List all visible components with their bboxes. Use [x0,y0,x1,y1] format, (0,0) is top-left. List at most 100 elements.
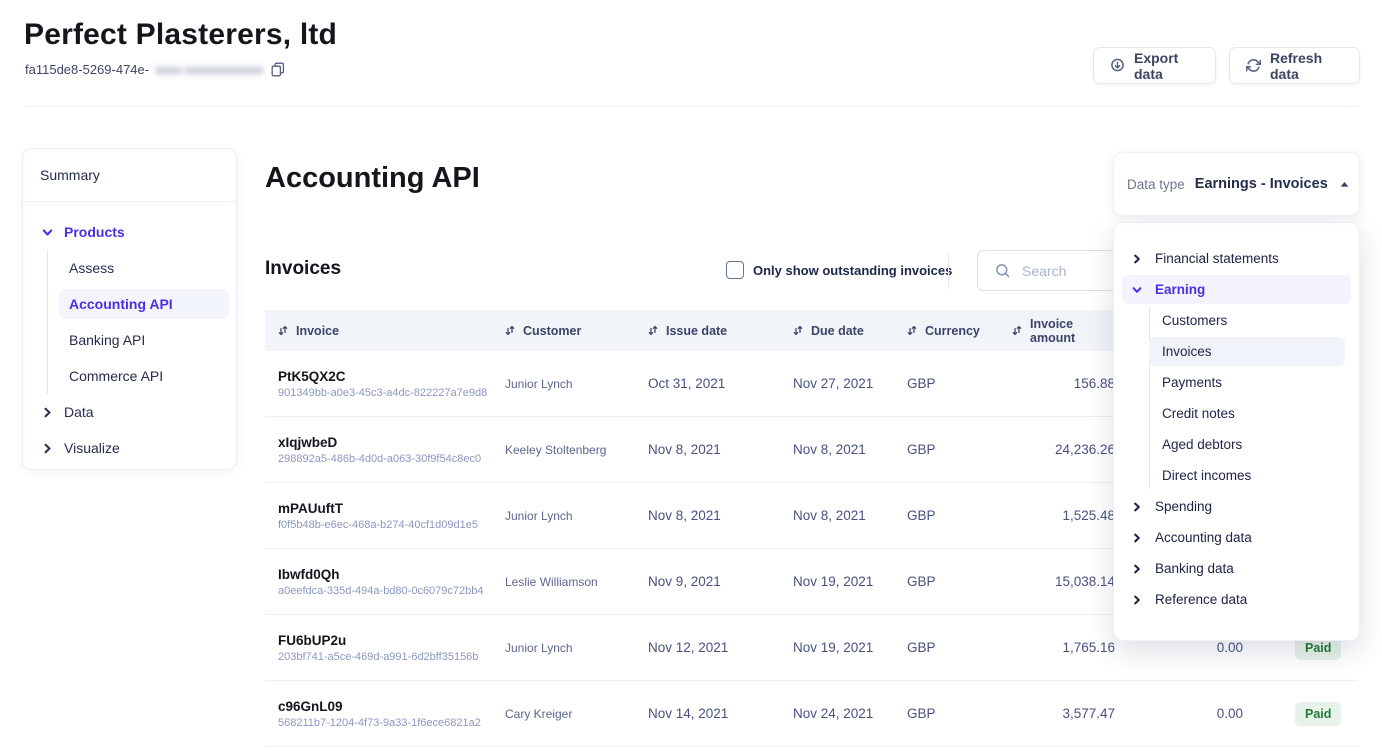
export-data-button[interactable]: Export data [1093,47,1216,84]
invoice-id: 203bf741-a5ce-469d-a991-6d2bff35156b [278,651,505,663]
invoice-code: FU6bUP2u [278,633,505,648]
invoice-code: c96GnL09 [278,699,505,714]
chevron-down-icon [1132,285,1142,295]
menu-item-label: Financial statements [1155,251,1279,266]
section-heading: Invoices [265,258,341,280]
refresh-button-label: Refresh data [1270,50,1343,82]
sidebar-item-accounting-api[interactable]: Accounting API [23,286,236,322]
menu-item-credit-notes[interactable]: Credit notes [1114,398,1359,429]
outstanding-invoices-checkbox[interactable] [726,261,744,279]
table-row[interactable]: c96GnL09 568211b7-1204-4f73-9a33-1f6ece6… [265,681,1358,747]
company-id-visible: fa115de8-5269-474e- [25,62,149,77]
column-header-customer[interactable]: Customer [505,324,648,338]
invoice-cell: mPAUuftT f0f5b48b-e6ec-468a-b274-40cf1d0… [278,501,505,531]
sort-icon [278,325,288,336]
due-date-cell: Nov 8, 2021 [793,442,907,457]
collapse-triangle-icon [1340,181,1349,188]
customer-cell: Junior Lynch [505,509,648,523]
currency-cell: GBP [907,640,1012,655]
sidebar-item-assess[interactable]: Assess [23,250,236,286]
menu-item-label: Reference data [1155,592,1247,607]
customer-cell: Junior Lynch [505,377,648,391]
data-type-menu: Financial statements Earning Customers I… [1113,222,1360,641]
menu-item-reference-data[interactable]: Reference data [1114,584,1359,615]
currency-cell: GBP [907,508,1012,523]
due-date-cell: Nov 19, 2021 [793,574,907,589]
data-type-value: Earnings - Invoices [1195,176,1328,192]
column-header-label: Customer [523,324,581,338]
sidebar: Summary Products Assess Accounting API B… [22,148,237,470]
invoice-code: xIqjwbeD [278,435,505,450]
amount-cell: 1,765.16 [1012,640,1115,655]
menu-item-customers[interactable]: Customers [1114,305,1359,336]
due-date-cell: Nov 24, 2021 [793,706,907,721]
invoice-code: mPAUuftT [278,501,505,516]
invoice-id: f0f5b48b-e6ec-468a-b274-40cf1d09d1e5 [278,519,505,531]
sidebar-item-commerce-api[interactable]: Commerce API [23,358,236,394]
refresh-icon [1246,58,1261,73]
menu-item-label: Earning [1155,282,1205,297]
menu-item-accounting-data[interactable]: Accounting data [1114,522,1359,553]
copy-icon[interactable] [271,62,285,77]
invoice-id: 298892a5-486b-4d0d-a063-30f9f54c8ec0 [278,453,505,465]
sort-icon [1012,325,1022,336]
sidebar-section-data[interactable]: Data [23,394,236,430]
menu-item-direct-incomes[interactable]: Direct incomes [1114,460,1359,491]
sidebar-section-label: Visualize [64,440,120,456]
invoice-cell: c96GnL09 568211b7-1204-4f73-9a33-1f6ece6… [278,699,505,729]
app-window: Perfect Plasterers, ltd fa115de8-5269-47… [0,0,1382,756]
page-heading: Accounting API [265,162,480,195]
page-title: Perfect Plasterers, ltd [24,18,337,52]
menu-item-spending[interactable]: Spending [1114,491,1359,522]
column-header-currency[interactable]: Currency [907,324,1012,338]
customer-cell: Leslie Williamson [505,575,648,589]
currency-cell: GBP [907,442,1012,457]
invoice-cell: Ibwfd0Qh a0eefdca-335d-494a-bd80-0c6079c… [278,567,505,597]
column-header-label: Invoice [296,324,339,338]
issue-date-cell: Nov 12, 2021 [648,640,793,655]
company-id-redacted: xxxx-xxxxxxxxxxxx [155,62,263,77]
menu-item-banking-data[interactable]: Banking data [1114,553,1359,584]
amount-cell: 3,577.47 [1012,706,1115,721]
status-badge: Paid [1295,702,1341,726]
invoice-cell: FU6bUP2u 203bf741-a5ce-469d-a991-6d2bff3… [278,633,505,663]
menu-item-invoices[interactable]: Invoices [1114,336,1359,367]
issue-date-cell: Nov 8, 2021 [648,442,793,457]
customer-cell: Cary Kreiger [505,707,648,721]
chevron-right-icon [1132,254,1142,264]
column-header-due-date[interactable]: Due date [793,324,907,338]
invoice-cell: PtK5QX2C 901349bb-a0e3-45c3-a4dc-822227a… [278,369,505,399]
header-divider [24,106,1358,107]
sidebar-item-banking-api[interactable]: Banking API [23,322,236,358]
data-type-selector[interactable]: Data type Earnings - Invoices [1113,152,1360,216]
invoice-code: PtK5QX2C [278,369,505,384]
data-type-label: Data type [1127,177,1185,192]
sidebar-section-products[interactable]: Products [23,214,236,250]
customer-cell: Keeley Stoltenberg [505,443,648,457]
amount-cell: 156.88 [1012,376,1115,391]
status-cell: Paid [1243,702,1358,726]
sort-icon [793,325,803,336]
chevron-right-icon [1132,502,1142,512]
menu-item-financial-statements[interactable]: Financial statements [1114,243,1359,274]
column-header-invoice[interactable]: Invoice [278,324,505,338]
invoice-cell: xIqjwbeD 298892a5-486b-4d0d-a063-30f9f54… [278,435,505,465]
column-header-label: Invoice amount [1030,317,1115,345]
balance-cell: 0.00 [1115,640,1243,655]
column-header-invoice-amount[interactable]: Invoice amount [1012,317,1115,345]
amount-cell: 24,236.26 [1012,442,1115,457]
menu-item-earning[interactable]: Earning [1114,274,1359,305]
search-icon [994,262,1011,279]
amount-cell: 15,038.14 [1012,574,1115,589]
chevron-right-icon [1132,564,1142,574]
column-header-issue-date[interactable]: Issue date [648,324,793,338]
menu-item-aged-debtors[interactable]: Aged debtors [1114,429,1359,460]
chevron-down-icon [42,227,53,238]
invoice-code: Ibwfd0Qh [278,567,505,582]
issue-date-cell: Nov 14, 2021 [648,706,793,721]
menu-item-payments[interactable]: Payments [1114,367,1359,398]
sidebar-section-visualize[interactable]: Visualize [23,430,236,466]
refresh-data-button[interactable]: Refresh data [1229,47,1360,84]
sidebar-item-summary[interactable]: Summary [23,149,236,201]
column-header-label: Issue date [666,324,727,338]
